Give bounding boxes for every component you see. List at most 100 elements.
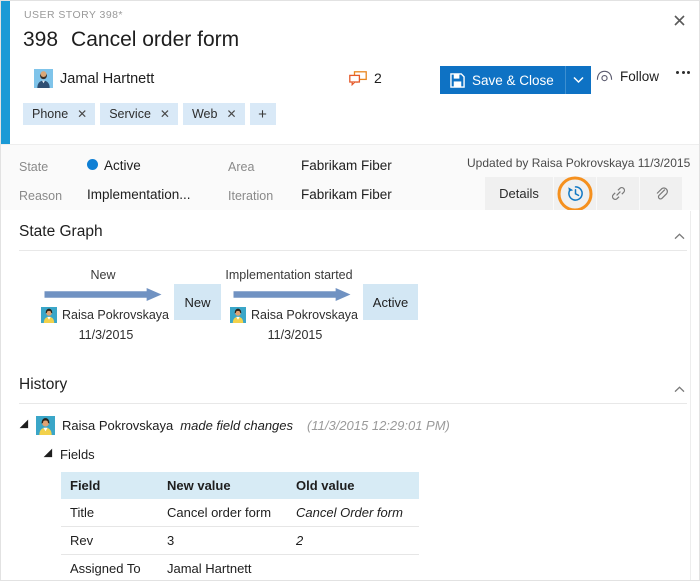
transition-date: 11/3/2015 (41, 328, 171, 342)
cell-new-value: 3 (158, 527, 287, 555)
history-entry-expander-icon[interactable] (20, 419, 33, 432)
history-collapse-button[interactable] (674, 380, 685, 398)
ellipsis-icon (682, 71, 685, 74)
fields-summary-strip: State Active Reason Implementation... Ar… (1, 144, 699, 212)
dialog-content: State Graph New Raisa (1, 210, 699, 580)
tab-attachments[interactable] (640, 177, 683, 210)
state-color-dot (87, 159, 98, 170)
chevron-down-icon (573, 76, 584, 84)
save-disk-icon (450, 73, 465, 88)
tag-label: Web (192, 107, 217, 121)
tag-remove-icon[interactable]: ✕ (77, 108, 87, 120)
person-avatar-female-icon (36, 416, 55, 435)
table-row: Title Cancel order form Cancel Order for… (61, 499, 419, 527)
add-tag-button[interactable]: + (250, 103, 276, 125)
state-graph-section-header: State Graph (19, 210, 687, 251)
area-field-value[interactable]: Fabrikam Fiber (301, 158, 392, 173)
person-avatar-male-icon (34, 69, 53, 88)
column-header-old-value: Old value (287, 472, 419, 499)
work-item-dialog: USER STORY 398* 398 Cancel order form Ja… (0, 0, 700, 581)
chevron-up-icon (674, 386, 685, 393)
tag-remove-icon[interactable]: ✕ (160, 108, 170, 120)
discussion-count-button[interactable]: 2 (349, 70, 382, 86)
transition-person: Raisa Pokrovskaya (41, 307, 169, 323)
cell-field: Rev (61, 527, 158, 555)
dialog-header: USER STORY 398* 398 Cancel order form Ja… (10, 1, 699, 144)
eye-icon (596, 70, 613, 83)
state-graph-collapse-button[interactable] (674, 227, 685, 245)
detail-tabs: Details (485, 177, 683, 210)
work-item-title[interactable]: Cancel order form (71, 28, 239, 52)
link-icon (610, 185, 627, 202)
history-clock-icon (567, 185, 584, 202)
state-field-value[interactable]: Active (104, 158, 141, 173)
follow-button[interactable]: Follow (596, 69, 659, 84)
person-avatar-female-icon (41, 307, 57, 323)
save-button[interactable]: Save & Close (440, 66, 565, 94)
page-title: 398 Cancel order form (23, 28, 239, 52)
work-item-id: 398 (23, 28, 58, 52)
history-title: History (19, 376, 67, 394)
discussion-count: 2 (374, 70, 382, 86)
reason-field-value[interactable]: Implementation... (87, 187, 191, 202)
state-node: Active (363, 284, 418, 320)
iteration-field-label: Iteration (228, 189, 273, 203)
transition-arrow-icon (229, 288, 355, 301)
cell-old-value: 2 (287, 527, 419, 555)
history-section-header: History (19, 363, 687, 404)
tag-remove-icon[interactable]: ✕ (226, 108, 236, 120)
transition-arrow-icon (40, 288, 166, 301)
cell-old-value (287, 555, 419, 581)
cell-new-value: Jamal Hartnett (158, 555, 287, 581)
tab-links[interactable] (597, 177, 640, 210)
fields-group-expander-icon[interactable] (44, 448, 57, 461)
tab-details[interactable]: Details (485, 177, 554, 210)
reason-field-label: Reason (19, 189, 62, 203)
save-button-label: Save & Close (472, 73, 554, 88)
save-and-close-group: Save & Close (440, 66, 591, 94)
tab-details-label: Details (499, 186, 539, 201)
transition-person: Raisa Pokrovskaya (230, 307, 358, 323)
tags-row: Phone ✕ Service ✕ Web ✕ + (23, 103, 276, 125)
column-header-field: Field (61, 472, 158, 499)
area-field-label: Area (228, 160, 254, 174)
content-right-divider (690, 211, 691, 580)
close-button[interactable] (663, 5, 695, 35)
transition-person-name: Raisa Pokrovskaya (62, 308, 169, 322)
save-options-dropdown[interactable] (566, 66, 591, 94)
cell-field: Title (61, 499, 158, 527)
history-timestamp: (11/3/2015 12:29:01 PM) (307, 418, 450, 433)
tag-label: Phone (32, 107, 68, 121)
work-item-type-accent-bar (1, 1, 10, 144)
updated-by-text: Updated by Raisa Pokrovskaya 11/3/2015 (467, 156, 690, 170)
close-icon (674, 15, 685, 26)
cell-old-value: Cancel Order form (287, 499, 419, 527)
discussion-bubbles-icon (349, 71, 367, 86)
transition-label: Implementation started (222, 268, 356, 282)
history-entry[interactable]: Raisa Pokrovskaya made field changes (11… (23, 416, 699, 435)
history-action-text: made field changes (180, 418, 293, 433)
person-avatar-female-icon (230, 307, 246, 323)
tag-chip[interactable]: Phone ✕ (23, 103, 95, 125)
history-fields-group[interactable]: Fields (47, 447, 699, 462)
more-actions-button[interactable] (676, 71, 690, 74)
state-graph-title: State Graph (19, 223, 103, 241)
tag-label: Service (109, 107, 151, 121)
cell-new-value: Cancel order form (158, 499, 287, 527)
transition-label: New (53, 268, 153, 282)
ellipsis-icon (687, 71, 690, 74)
assigned-to-name: Jamal Hartnett (60, 71, 154, 87)
transition-person-name: Raisa Pokrovskaya (251, 308, 358, 322)
state-field-label: State (19, 160, 48, 174)
ellipsis-icon (676, 71, 679, 74)
assigned-to-row[interactable]: Jamal Hartnett (34, 69, 154, 88)
cell-field: Assigned To (61, 555, 158, 581)
state-node: New (174, 284, 221, 320)
paperclip-icon (653, 185, 670, 202)
tag-chip[interactable]: Service ✕ (100, 103, 178, 125)
tag-chip[interactable]: Web ✕ (183, 103, 245, 125)
table-row: Assigned To Jamal Hartnett (61, 555, 419, 581)
history-user-name: Raisa Pokrovskaya (62, 418, 173, 433)
iteration-field-value[interactable]: Fabrikam Fiber (301, 187, 392, 202)
tab-history[interactable] (554, 177, 597, 210)
